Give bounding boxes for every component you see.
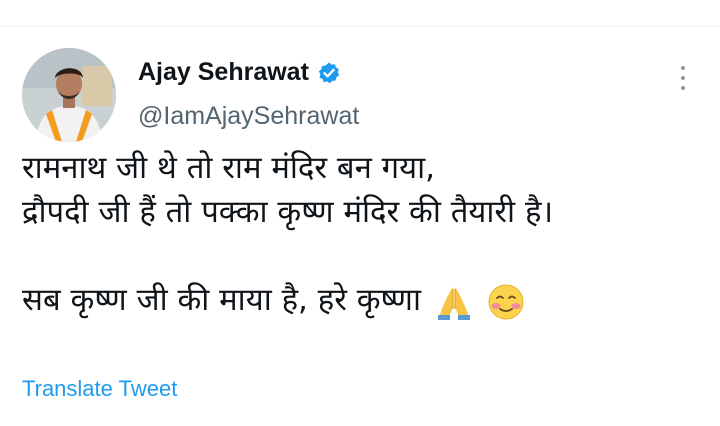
more-options-icon[interactable] bbox=[676, 64, 690, 94]
top-divider bbox=[0, 26, 720, 27]
verified-badge-icon bbox=[318, 62, 340, 83]
tweet-line-2: द्रौपदी जी हैं तो पक्का कृष्ण मंदिर की त… bbox=[22, 194, 554, 230]
translate-tweet-link[interactable]: Translate Tweet bbox=[22, 376, 177, 402]
author-name-text: Ajay Sehrawat bbox=[138, 58, 309, 86]
more-dot bbox=[681, 76, 685, 80]
smiling-face-icon bbox=[488, 284, 524, 319]
folded-hands-icon bbox=[437, 286, 470, 320]
avatar[interactable] bbox=[22, 48, 116, 142]
tweet-line-3: सब कृष्ण जी की माया है, हरे कृष्णा bbox=[22, 278, 702, 322]
more-dot bbox=[681, 86, 685, 90]
avatar-image bbox=[22, 48, 116, 142]
tweet-line-1: रामनाथ जी थे तो राम मंदिर बन गया, bbox=[22, 150, 435, 186]
author-handle[interactable]: @IamAjaySehrawat bbox=[138, 102, 359, 131]
author-name[interactable]: Ajay Sehrawat bbox=[138, 58, 341, 87]
tweet-line-3-text: सब कृष्ण जी की माया है, हरे कृष्णा bbox=[22, 282, 421, 318]
tweet-text: रामनाथ जी थे तो राम मंदिर बन गया, द्रौपद… bbox=[22, 146, 702, 322]
more-dot bbox=[681, 66, 685, 70]
